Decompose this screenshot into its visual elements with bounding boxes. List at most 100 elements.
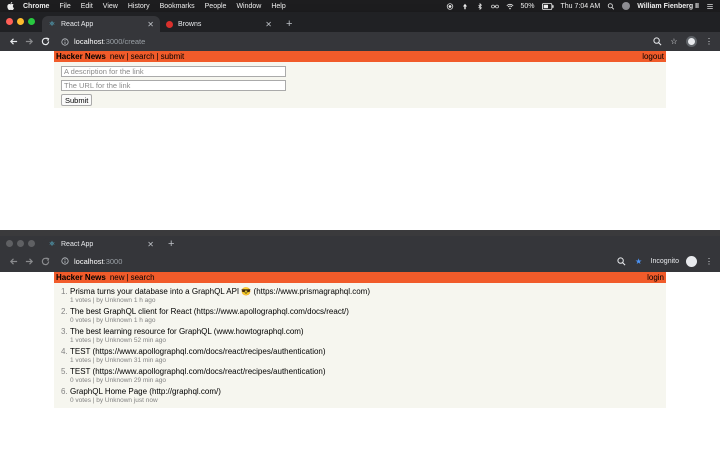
incognito-icon[interactable] [686,255,697,267]
menu-help[interactable]: Help [271,3,285,10]
page-info-icon[interactable] [60,257,69,266]
nav-search-link[interactable]: search [131,273,155,282]
link-meta: 0 votes | by Unknown 29 min ago [70,377,166,384]
link-number: 1. [61,287,68,296]
address-bar[interactable]: localhost:3000 [54,254,617,268]
menu-view[interactable]: View [103,3,118,10]
menubar-username[interactable]: William Fienberg II [637,3,699,10]
battery-percentage: 50% [520,2,535,10]
zoom-search-icon[interactable] [652,37,662,47]
page-content: Hacker News new | search | submit logout… [0,51,720,108]
list-item: 5. TEST (https://www.apollographql.com/d… [61,367,659,385]
incognito-label[interactable]: Incognito [651,258,679,265]
nav-search-link[interactable]: search [131,52,155,61]
close-tab-icon[interactable]: ✕ [147,240,154,249]
tab-react-app[interactable]: ⚛ React App ✕ [42,238,160,250]
new-tab-button[interactable]: + [168,238,174,250]
tab-react-app[interactable]: ⚛ React App ✕ [42,16,160,32]
wifi-icon[interactable] [506,3,514,10]
link-meta: 1 votes | by Unknown 31 min ago [70,357,166,364]
glasses-icon[interactable] [490,3,499,10]
description-input[interactable] [61,66,286,77]
nav-new-link[interactable]: new [110,52,125,61]
menu-app-chrome[interactable]: Chrome [23,3,49,10]
back-button[interactable] [6,254,20,268]
hn-brand: Hacker News [56,273,106,282]
more-menu-icon[interactable]: ⋮ [704,256,714,266]
logout-link[interactable]: logout [642,52,664,61]
apple-logo-icon[interactable] [6,2,14,10]
create-link-form: Submit [54,62,666,108]
url-path: :3000 [103,256,123,266]
link-number: 3. [61,327,68,336]
menu-history[interactable]: History [128,3,150,10]
zoom-search-icon[interactable] [617,256,627,266]
browns-icon [166,20,173,28]
window-controls [6,240,35,247]
browser-window-incognito: ⚛ React App ✕ + localhost:3000 ★ Incogni… [0,236,720,450]
nav-submit-link[interactable]: submit [161,52,185,61]
tab-browns[interactable]: Browns ✕ [160,16,278,32]
reload-button[interactable] [38,35,52,49]
address-bar[interactable]: localhost:3000/create [54,35,652,49]
hn-header: Hacker News new | search | submit logout [54,51,666,62]
nav-separator: | [126,273,129,282]
bookmarked-star-icon[interactable]: ★ [634,256,644,266]
bookmark-star-icon[interactable]: ☆ [669,37,679,47]
menu-file[interactable]: File [59,3,70,10]
submit-button[interactable]: Submit [61,94,93,106]
forward-button[interactable] [22,35,36,49]
zoom-window-button[interactable] [28,240,35,247]
login-link[interactable]: login [647,273,664,282]
url-path: :3000/create [103,37,146,46]
window-controls [6,18,35,25]
close-tab-icon[interactable]: ✕ [265,20,272,29]
close-tab-icon[interactable]: ✕ [147,20,154,29]
link-description[interactable]: GraphQL Home Page (http://graphql.com/) [70,387,659,397]
list-item: 6. GraphQL Home Page (http://graphql.com… [61,387,659,405]
link-description[interactable]: The best GraphQL client for React (https… [70,307,659,317]
react-icon: ⚛ [48,241,56,248]
tab-strip: ⚛ React App ✕ Browns ✕ + [0,12,720,32]
more-menu-icon[interactable]: ⋮ [704,37,714,47]
nav-separator: | [156,52,159,61]
forward-button[interactable] [22,254,36,268]
back-button[interactable] [6,35,20,49]
menu-edit[interactable]: Edit [81,3,93,10]
profile-icon[interactable] [686,36,697,47]
zoom-window-button[interactable] [28,18,35,25]
menu-people[interactable]: People [205,3,227,10]
list-item: 3. The best learning resource for GraphQ… [61,327,659,345]
link-number: 2. [61,307,68,316]
link-meta: 0 votes | by Unknown 1 h ago [70,317,156,324]
nav-new-link[interactable]: new [110,273,125,282]
url-input[interactable] [61,80,286,91]
user-avatar[interactable] [622,2,631,10]
upload-icon[interactable] [461,3,469,10]
reload-button[interactable] [38,254,52,268]
link-description[interactable]: Prisma turns your database into a GraphQ… [70,287,659,297]
link-number: 6. [61,387,68,396]
browser-toolbar: localhost:3000 ★ Incognito ⋮ [0,250,720,272]
menubar-clock[interactable]: Thu 7:04 AM [561,3,601,10]
menu-bookmarks[interactable]: Bookmarks [160,3,195,10]
link-number: 4. [61,347,68,356]
link-description[interactable]: The best learning resource for GraphQL (… [70,327,659,337]
battery-icon[interactable] [541,2,554,10]
link-description[interactable]: TEST (https://www.apollographql.com/docs… [70,367,659,377]
bluetooth-icon[interactable] [476,2,484,10]
link-description[interactable]: TEST (https://www.apollographql.com/docs… [70,347,659,357]
new-tab-button[interactable]: + [286,16,292,32]
close-window-button[interactable] [6,18,13,25]
minimize-window-button[interactable] [17,240,24,247]
hn-brand: Hacker News [56,52,106,61]
link-meta: 1 votes | by Unknown 1 h ago [70,297,156,304]
minimize-window-button[interactable] [17,18,24,25]
screen-record-icon[interactable] [446,2,454,10]
notification-center-icon[interactable] [706,3,714,10]
list-item: 2. The best GraphQL client for React (ht… [61,307,659,325]
close-window-button[interactable] [6,240,13,247]
page-info-icon[interactable] [60,37,69,46]
spotlight-search-icon[interactable] [607,2,615,10]
menu-window[interactable]: Window [236,3,261,10]
